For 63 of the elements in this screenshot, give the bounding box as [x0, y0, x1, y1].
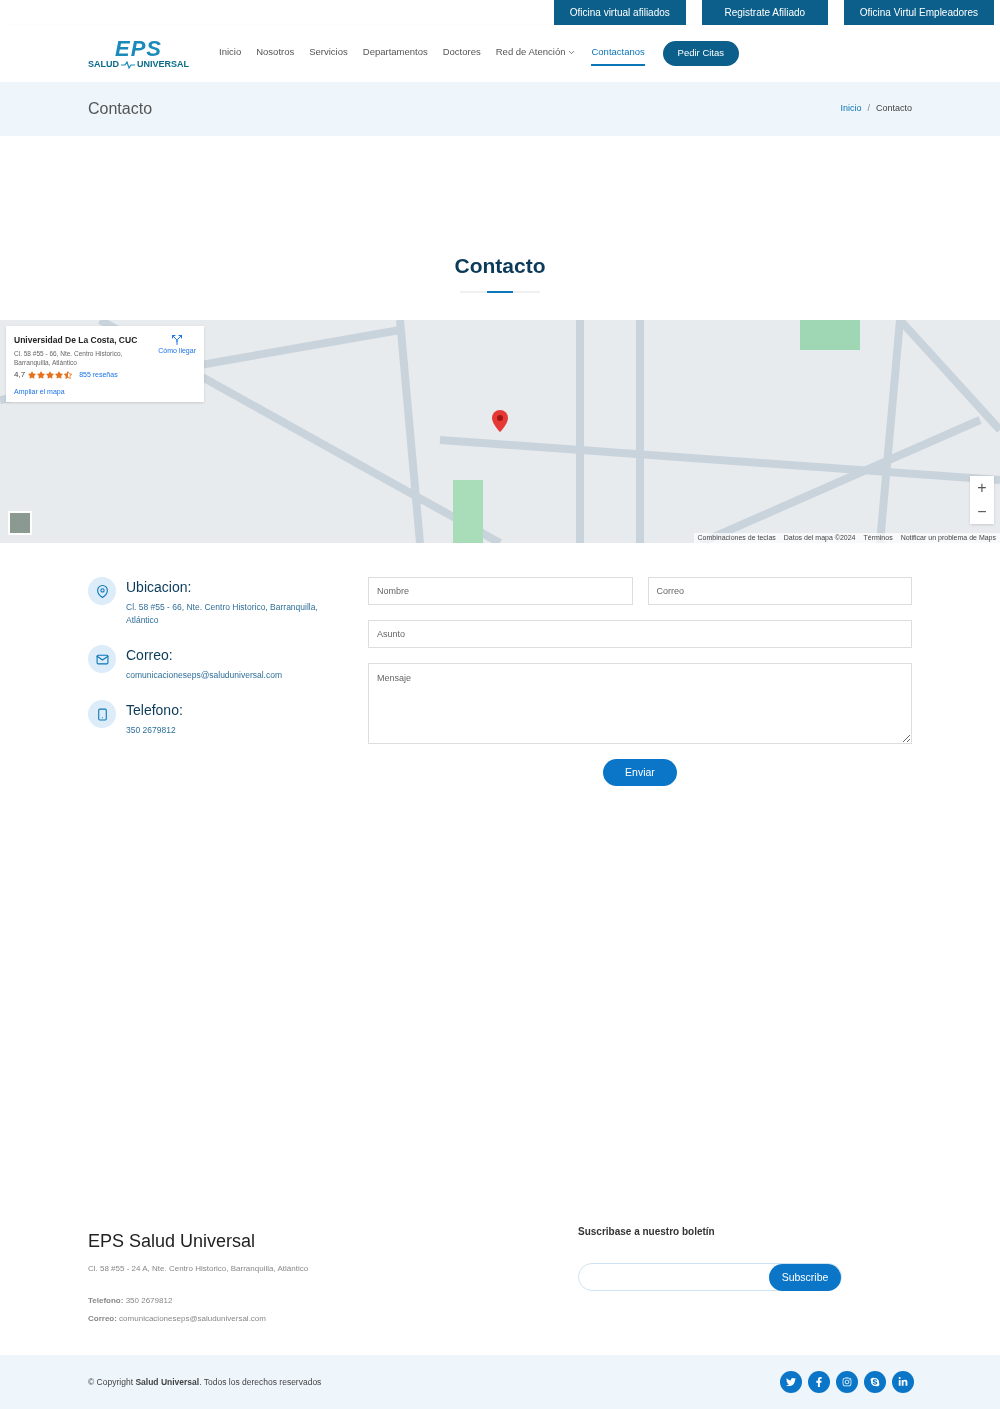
- linkedin-icon: [898, 1377, 908, 1387]
- footer-title: EPS Salud Universal: [88, 1230, 257, 1253]
- page-title: Contacto: [88, 99, 153, 119]
- footer-email: Correo: comunicacioneseps@saluduniversal.com: [88, 1313, 267, 1325]
- contact-info-title: Ubicacion:: [126, 578, 193, 597]
- facebook-link[interactable]: [808, 1371, 830, 1393]
- star-icon: [46, 370, 55, 379]
- star-icon: [37, 370, 46, 379]
- twitter-icon: [786, 1377, 796, 1387]
- envelope-icon: [95, 652, 109, 666]
- nav-link[interactable]: Inicio: [219, 41, 242, 66]
- contact-info-value: 350 2679812: [126, 724, 177, 737]
- star-icon: [55, 370, 64, 379]
- chevron-down-icon: [567, 48, 577, 57]
- nav-link[interactable]: Departamentos: [362, 41, 428, 66]
- name-field[interactable]: Nombre: [368, 577, 633, 605]
- footer-address: Cl. 58 #55 - 24 A, Nte. Centro Historico, Barranquilla, Atlántico: [88, 1263, 310, 1275]
- twitter-link[interactable]: [780, 1371, 802, 1393]
- satellite-thumbnail[interactable]: [8, 511, 32, 535]
- park-area: [453, 480, 483, 543]
- top-bar-button[interactable]: Registrate Afiliado: [701, 0, 828, 25]
- email-field[interactable]: Correo: [647, 577, 912, 605]
- nav-link[interactable]: Contactanos: [591, 41, 645, 66]
- smartphone-icon: [95, 707, 109, 721]
- star-icon: [64, 370, 73, 379]
- breadcrumb-separator: /: [867, 102, 870, 116]
- rating-value: 4,7: [14, 368, 26, 381]
- subject-field[interactable]: Asunto: [368, 620, 912, 648]
- contact-info-value: comunicacioneseps@saluduniversal.com: [126, 669, 284, 682]
- send-button[interactable]: Enviar: [603, 759, 677, 786]
- place-name: Universidad De La Costa, CUC: [14, 334, 139, 347]
- breadcrumb-link[interactable]: Inicio: [840, 102, 862, 116]
- nav-link[interactable]: Red de Atención: [495, 41, 577, 66]
- zoom-button[interactable]: −: [970, 500, 994, 524]
- facebook-icon: [814, 1377, 824, 1387]
- park-area: [800, 320, 860, 350]
- skype-link[interactable]: [864, 1371, 886, 1393]
- eps-logo[interactable]: EPS SALUD UNIVERSAL: [88, 38, 189, 69]
- linkedin-link[interactable]: [892, 1371, 914, 1393]
- top-bar-button[interactable]: Oficina virtual afiliados: [553, 0, 686, 25]
- nav-link[interactable]: Nosotros: [256, 41, 295, 66]
- contact-info-value: Cl. 58 #55 - 66, Nte. Centro Historico, Barranquilla, Atlántico: [126, 601, 319, 627]
- newsletter-title: Suscribase a nuestro boletín: [578, 1225, 716, 1239]
- pedir-citas-button[interactable]: Pedir Citas: [662, 41, 739, 66]
- map-pin-icon: [95, 584, 109, 598]
- contact-info-title: Telefono:: [126, 701, 184, 720]
- top-bar-button[interactable]: Oficina Virtul Empleadores: [843, 0, 994, 25]
- section-title: Contacto: [454, 253, 546, 279]
- contact-info-title: Correo:: [126, 646, 174, 665]
- nav-link[interactable]: Servicios: [309, 41, 348, 66]
- subscribe-button[interactable]: Subscribe: [769, 1264, 841, 1291]
- map-pin-marker-icon: [492, 410, 508, 432]
- footer-phone: Telefono: 350 2679812: [88, 1295, 174, 1307]
- zoom-button[interactable]: +: [970, 476, 994, 500]
- instagram-icon: [842, 1377, 852, 1387]
- star-icon: [28, 370, 37, 379]
- directions-icon: [171, 334, 184, 346]
- skype-icon: [870, 1377, 880, 1387]
- nav-link[interactable]: Doctores: [442, 41, 481, 66]
- breadcrumb-current: Contacto: [875, 102, 912, 116]
- message-field[interactable]: Mensaje: [368, 663, 912, 744]
- copyright-text: © Copyright Salud Universal. Todos los derechos reservados: [88, 1375, 322, 1389]
- instagram-link[interactable]: [836, 1371, 858, 1393]
